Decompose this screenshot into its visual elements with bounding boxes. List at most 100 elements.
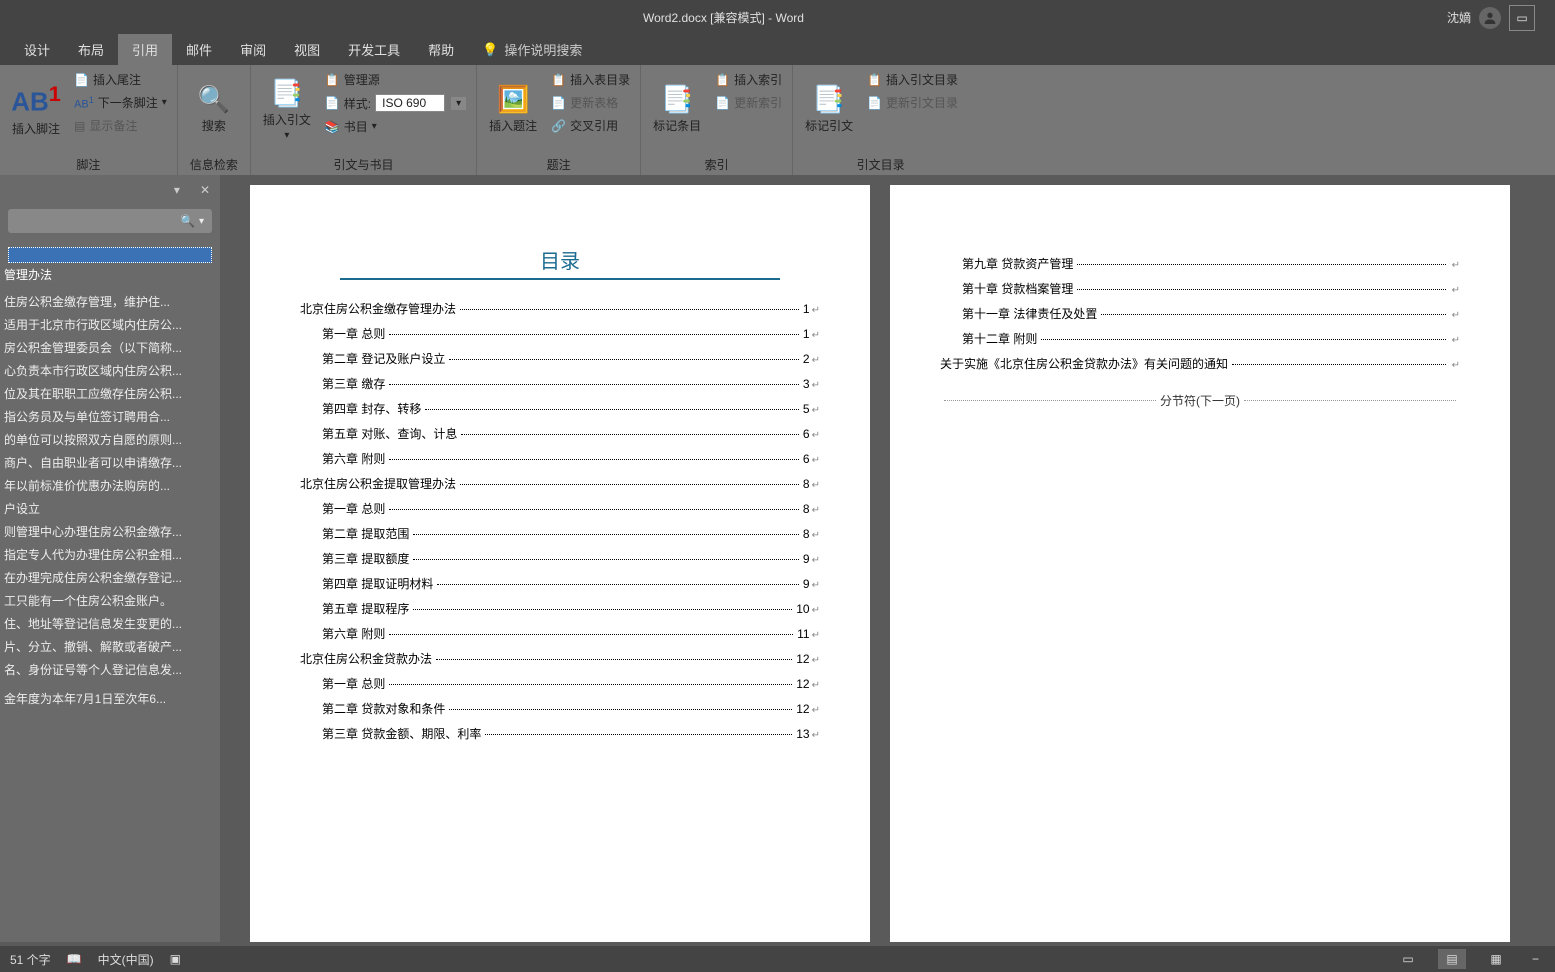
tab-help[interactable]: 帮助	[414, 34, 468, 65]
toc-entry[interactable]: 第一章 总则1↵	[300, 325, 820, 342]
toc-entry[interactable]: 第十二章 附则↵	[940, 330, 1460, 347]
user-avatar-icon[interactable]	[1479, 7, 1501, 29]
update-toa-button[interactable]: 📄更新引文目录	[863, 92, 962, 113]
nav-result-item[interactable]: 的单位可以按照双方自愿的原则...	[0, 428, 220, 451]
cross-ref-icon: 🔗	[551, 119, 566, 133]
toc-entry[interactable]: 北京住房公积金提取管理办法8↵	[300, 475, 820, 492]
toc-entry[interactable]: 第四章 提取证明材料9↵	[300, 575, 820, 592]
nav-result-item[interactable]: 住房公积金缴存管理，维护住...	[0, 290, 220, 313]
tell-me[interactable]: 💡 操作说明搜索	[468, 34, 596, 65]
toc-entry[interactable]: 第六章 附则6↵	[300, 450, 820, 467]
toc-entry[interactable]: 第十一章 法律责任及处置↵	[940, 305, 1460, 322]
nav-result-item[interactable]: 指公务员及与单位签订聘用合...	[0, 405, 220, 428]
section-break: 分节符(下一页)	[940, 392, 1460, 409]
insert-index-button[interactable]: 📋插入索引	[711, 69, 786, 90]
toc-entry[interactable]: 第三章 提取额度 9↵	[300, 550, 820, 567]
show-notes-button[interactable]: ▤显示备注	[70, 115, 171, 136]
zoom-out-button[interactable]: −	[1526, 952, 1545, 966]
insert-table-figures-button[interactable]: 📋插入表目录	[547, 69, 634, 90]
nav-result-item[interactable]: 指定专人代为办理住房公积金相...	[0, 543, 220, 566]
insert-endnote-button[interactable]: 📄插入尾注	[70, 69, 171, 90]
nav-result-item[interactable]: 工只能有一个住房公积金账户。	[0, 589, 220, 612]
toc-entry[interactable]: 第九章 贷款资产管理↵	[940, 255, 1460, 272]
style-icon: 📄	[325, 96, 340, 110]
web-layout-button[interactable]: ▦	[1482, 949, 1510, 969]
print-layout-button[interactable]: ▤	[1438, 949, 1466, 969]
toc-entry[interactable]: 第二章 登记及账户设立2↵	[300, 350, 820, 367]
nav-result-item[interactable]: 年以前标准价优惠办法购房的...	[0, 474, 220, 497]
toc-entry[interactable]: 第十章 贷款档案管理↵	[940, 280, 1460, 297]
nav-result-item[interactable]: 在办理完成住房公积金缴存登记...	[0, 566, 220, 589]
ribbon-display-options-icon[interactable]: ▭	[1509, 5, 1535, 31]
nav-result-item[interactable]: 适用于北京市行政区域内住房公...	[0, 313, 220, 336]
toc-entry[interactable]: 北京住房公积金贷款办法12↵	[300, 650, 820, 667]
nav-result-item[interactable]: 名、身份证号等个人登记信息发...	[0, 658, 220, 681]
macro-icon[interactable]: ▣	[170, 952, 181, 966]
toc-entry-text: 第六章 附则	[322, 625, 385, 642]
nav-result-item[interactable]: 住、地址等登记信息发生变更的...	[0, 612, 220, 635]
nav-search-input[interactable]: 🔍 ▾	[8, 209, 212, 233]
word-count[interactable]: 51 个字	[10, 951, 51, 968]
nav-heading[interactable]: 管理办法	[0, 263, 220, 286]
toc-entry[interactable]: 第二章 提取范围8↵	[300, 525, 820, 542]
toc-entry[interactable]: 第四章 封存、转移5↵	[300, 400, 820, 417]
toc-leader-dots	[425, 409, 799, 410]
nav-close-icon[interactable]: ✕	[200, 183, 210, 197]
toc-entry[interactable]: 第六章 附则11↵	[300, 625, 820, 642]
mark-citation-label: 标记引文	[805, 117, 853, 134]
update-table-button[interactable]: 📄更新表格	[547, 92, 634, 113]
tab-references[interactable]: 引用	[118, 34, 172, 65]
group-research-label: 信息检索	[184, 154, 244, 173]
tab-design[interactable]: 设计	[10, 34, 64, 65]
toc-entry-text: 第三章 提取额度	[322, 550, 409, 567]
nav-result-item[interactable]: 金年度为本年7月1日至次年6...	[0, 687, 220, 710]
nav-result-item[interactable]: 则管理中心办理住房公积金缴存...	[0, 520, 220, 543]
mark-citation-button[interactable]: 📑 标记引文	[799, 69, 859, 149]
manage-sources-button[interactable]: 📋管理源	[321, 69, 470, 90]
read-mode-button[interactable]: ▭	[1394, 949, 1422, 969]
page-1[interactable]: 目录 北京住房公积金缴存管理办法1↵第一章 总则1↵第二章 登记及账户设立2↵第…	[250, 185, 870, 942]
nav-result-item[interactable]: 户设立	[0, 497, 220, 520]
spellcheck-icon[interactable]: 📖	[67, 952, 82, 966]
nav-selected-result[interactable]	[8, 247, 212, 263]
nav-options-icon[interactable]: ▾	[174, 183, 180, 197]
tab-developer[interactable]: 开发工具	[334, 34, 414, 65]
update-index-button[interactable]: 📄更新索引	[711, 92, 786, 113]
nav-result-item[interactable]: 房公积金管理委员会（以下简称...	[0, 336, 220, 359]
toc-entry[interactable]: 北京住房公积金缴存管理办法1↵	[300, 300, 820, 317]
group-toa-label: 引文目录	[799, 154, 962, 173]
bibliography-button[interactable]: 📚书目▾	[321, 116, 470, 137]
toc-entry[interactable]: 第三章 缴存3↵	[300, 375, 820, 392]
toc-entry[interactable]: 第三章 贷款金额、期限、利率13↵	[300, 725, 820, 742]
toc-entry[interactable]: 第二章 贷款对象和条件12↵	[300, 700, 820, 717]
nav-result-item[interactable]: 商户、自由职业者可以申请缴存...	[0, 451, 220, 474]
toc-page-number: 1↵	[803, 302, 820, 316]
toc-entry[interactable]: 关于实施《北京住房公积金贷款办法》有关问题的通知↵	[940, 355, 1460, 372]
toc-page-number: 9↵	[803, 552, 820, 566]
language-status[interactable]: 中文(中国)	[98, 951, 154, 968]
nav-result-item[interactable]: 位及其在职职工应缴存住房公积...	[0, 382, 220, 405]
smart-lookup-button[interactable]: 🔍 搜索	[184, 69, 244, 149]
tab-view[interactable]: 视图	[280, 34, 334, 65]
document-area[interactable]: 目录 北京住房公积金缴存管理办法1↵第一章 总则1↵第二章 登记及账户设立2↵第…	[230, 175, 1555, 942]
toc-leader-dots	[449, 359, 799, 360]
tab-review[interactable]: 审阅	[226, 34, 280, 65]
page-2[interactable]: 第九章 贷款资产管理↵ 第十章 贷款档案管理↵ 第十一章 法律责任及处置↵ 第十二章 …	[890, 185, 1510, 942]
toc-entry[interactable]: 第五章 提取程序10↵	[300, 600, 820, 617]
toc-entry[interactable]: 第一章 总则12↵	[300, 675, 820, 692]
mark-entry-button[interactable]: 📑 标记条目	[647, 69, 707, 149]
tab-layout[interactable]: 布局	[64, 34, 118, 65]
insert-citation-button[interactable]: 📑 插入引文 ▾	[257, 69, 317, 149]
toc-entry[interactable]: 第一章 总则8↵	[300, 500, 820, 517]
insert-toa-button[interactable]: 📋插入引文目录	[863, 69, 962, 90]
cross-reference-button[interactable]: 🔗交叉引用	[547, 115, 634, 136]
tab-mailings[interactable]: 邮件	[172, 34, 226, 65]
nav-result-item[interactable]: 心负责本市行政区域内住房公积...	[0, 359, 220, 382]
next-footnote-button[interactable]: AB1下一条脚注▾	[70, 92, 171, 113]
toc-entry[interactable]: 第五章 对账、查询、计息6↵	[300, 425, 820, 442]
insert-caption-button[interactable]: 🖼️ 插入题注	[483, 69, 543, 149]
nav-result-item[interactable]: 片、分立、撤销、解散或者破产...	[0, 635, 220, 658]
toc-list-2: 第九章 贷款资产管理↵ 第十章 贷款档案管理↵ 第十一章 法律责任及处置↵ 第十二章 …	[940, 255, 1460, 372]
citation-style-dropdown[interactable]: 📄样式: ISO 690▾	[321, 92, 470, 114]
insert-footnote-button[interactable]: AB1 插入脚注	[6, 69, 66, 149]
